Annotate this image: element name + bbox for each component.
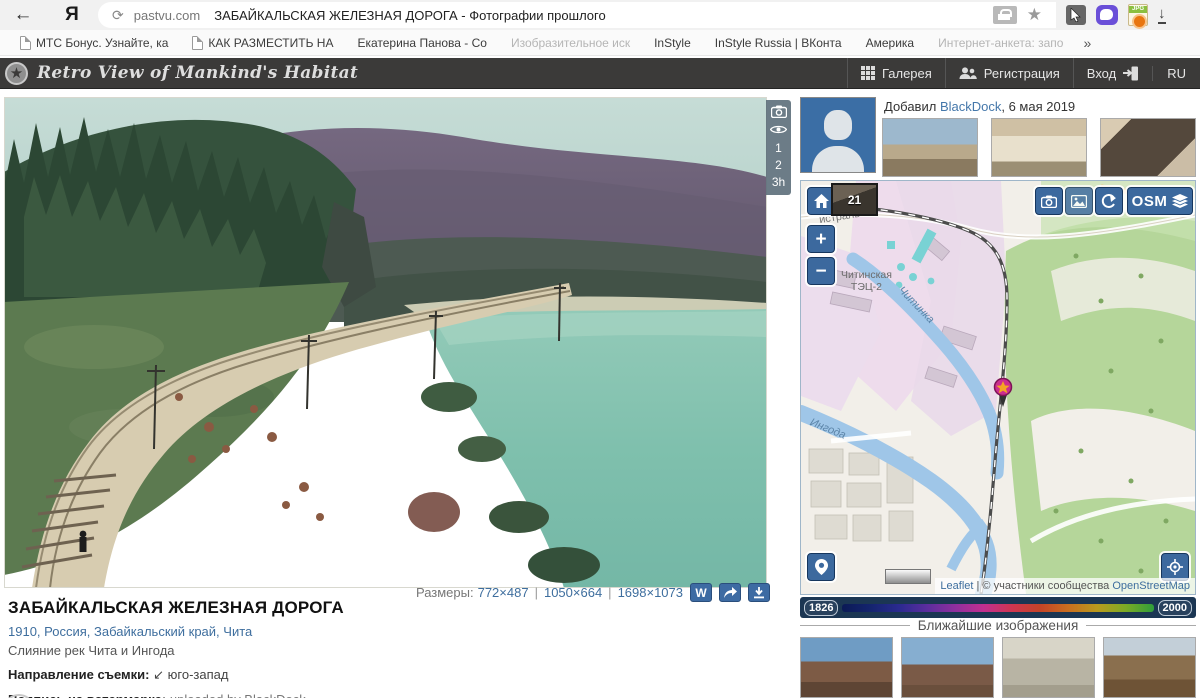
yandex-browser-icon[interactable]: Я (46, 4, 98, 26)
nearby-thumb[interactable] (901, 637, 994, 698)
map-share-button[interactable] (1095, 187, 1123, 215)
year-gradient-track[interactable] (842, 603, 1154, 612)
year-link[interactable]: 1910 (8, 624, 37, 639)
map-locate-button[interactable] (1161, 553, 1189, 581)
bookmark-item[interactable]: КАК РАЗМЕСТИТЬ НА (180, 35, 345, 50)
uploader-link[interactable]: BlackDock (940, 99, 1001, 114)
cursor-extension-icon[interactable] (1066, 5, 1086, 25)
bookmark-item[interactable]: InStyle (642, 36, 703, 50)
year-min-handle[interactable]: 1826 (804, 599, 839, 616)
stat-views-3: 3h (771, 175, 786, 189)
nearby-thumb[interactable] (1002, 637, 1095, 698)
bookmark-star-icon[interactable]: ★ (1027, 5, 1042, 25)
map-attribution: Leaflet | © участники сообщества OpenStr… (935, 578, 1195, 594)
page-icon (192, 35, 204, 50)
nav-login[interactable]: Вход (1072, 58, 1152, 88)
bookmark-item[interactable]: Изобразительное иск (499, 36, 642, 50)
bookmark-item[interactable]: Интернет-анкета: запо (926, 36, 1075, 50)
bookmark-item[interactable]: InStyle Russia | ВКонта (703, 36, 854, 50)
users-icon (959, 66, 977, 80)
osm-link[interactable]: OpenStreetMap (1112, 580, 1190, 592)
jpg-saver-extension-icon[interactable]: JPG (1128, 4, 1148, 29)
pastvu-photo-page: ← Я ⟳ pastvu.com ЗАБАЙКАЛЬСКАЯ ЖЕЛЕЗНАЯ … (0, 0, 1200, 698)
camera-icon (770, 105, 787, 121)
photo-info: ЗАБАЙКАЛЬСКАЯ ЖЕЛЕЗНАЯ ДОРОГА 1910, Росс… (8, 598, 748, 698)
photo-subtitle: Слияние рек Чита и Ингода (8, 643, 175, 658)
person-figure (79, 530, 87, 552)
bookmark-item[interactable]: МТС Бонус. Узнайте, ка (8, 35, 180, 50)
nearby-images-heading: Ближайшие изображения (800, 618, 1196, 633)
grid-icon (860, 66, 875, 80)
header-nav: Галерея Регистрация Вход RU (846, 58, 1200, 88)
bookmarks-overflow-chevron[interactable]: » (1075, 35, 1099, 51)
photo-stats-strip: 1 2 3h (766, 100, 791, 195)
zoom-out-button[interactable]: − (807, 257, 835, 285)
bookmarks-bar: МТС Бонус. Узнайте, ка КАК РАЗМЕСТИТЬ НА… (0, 30, 1200, 56)
address-bar[interactable]: ⟳ pastvu.com ЗАБАЙКАЛЬСКАЯ ЖЕЛЕЗНАЯ ДОРО… (98, 2, 1056, 28)
watermark-row: Подпись на вотермарке: uploaded by Black… (8, 692, 748, 698)
uploader-thumb[interactable] (991, 118, 1087, 177)
bookmark-item[interactable]: Америка (854, 36, 927, 50)
purple-extension-icon[interactable] (1096, 5, 1118, 25)
year-max-handle[interactable]: 2000 (1157, 599, 1192, 616)
lock-icon[interactable] (992, 6, 1017, 24)
pastvu-logo-icon[interactable]: ★ (5, 61, 28, 85)
bookmark-item[interactable]: Екатерина Панова - Со (345, 36, 499, 50)
nearby-thumb[interactable] (1103, 637, 1196, 698)
map-painting-mode-button[interactable] (1065, 187, 1093, 215)
city-link[interactable]: Чита (223, 624, 252, 639)
uploader-thumbnails (882, 118, 1196, 177)
stat-views-1: 1 (775, 141, 782, 155)
map-nearby-pin-button[interactable] (807, 553, 835, 581)
downloads-icon[interactable]: ↓ (1158, 6, 1166, 24)
address-bar-title: ЗАБАЙКАЛЬСКАЯ ЖЕЛЕЗНАЯ ДОРОГА - Фотограф… (214, 7, 606, 23)
country-link[interactable]: Россия (44, 624, 87, 639)
site-header: ★ Retro View of Mankind's Habitat Галере… (0, 58, 1200, 89)
nav-gallery[interactable]: Галерея (846, 58, 945, 88)
nearby-thumbnails (800, 637, 1196, 698)
leaflet-map[interactable]: истраль Читинка Ингода Читинская ТЭЦ-2 2… (800, 180, 1196, 595)
direction-arrow-icon: ↙ (153, 667, 165, 682)
region-link[interactable]: Забайкальский край (94, 624, 216, 639)
back-button[interactable]: ← (0, 4, 46, 26)
plant-label: Читинская ТЭЦ-2 (841, 269, 892, 293)
url-host[interactable]: pastvu.com (134, 8, 200, 23)
photo-cluster-21[interactable]: 21 (831, 183, 878, 216)
main-photo[interactable] (4, 97, 767, 588)
map-scale-widget (885, 569, 931, 584)
stat-views-2: 2 (775, 158, 782, 172)
eye-icon (769, 124, 788, 138)
zoom-in-button[interactable]: + (807, 225, 835, 253)
leaflet-link[interactable]: Leaflet (940, 580, 973, 592)
uploader-thumb[interactable] (1100, 118, 1196, 177)
added-by-line: Добавил BlackDock, 6 мая 2019 (884, 99, 1076, 114)
browser-toolbar: ← Я ⟳ pastvu.com ЗАБАЙКАЛЬСКАЯ ЖЕЛЕЗНАЯ … (0, 0, 1200, 30)
year-range-slider[interactable]: 1826 2000 (800, 597, 1196, 618)
map-photo-mode-button[interactable] (1035, 187, 1063, 215)
extensions-tray: JPG ↓ (1056, 4, 1176, 29)
uploader-avatar[interactable] (800, 97, 876, 173)
direction-row: Направление съемки: ↙ юго-запад (8, 667, 229, 682)
download-button[interactable] (748, 583, 770, 602)
uploader-thumb[interactable] (882, 118, 978, 177)
login-door-icon (1123, 66, 1139, 81)
site-logo-text[interactable]: Retro View of Mankind's Habitat (37, 63, 358, 83)
map-layers-button[interactable]: OSM (1127, 187, 1193, 215)
language-switch[interactable]: RU (1152, 65, 1200, 81)
photo-title: ЗАБАЙКАЛЬСКАЯ ЖЕЛЕЗНАЯ ДОРОГА (8, 598, 344, 617)
photo-meta-links: 1910, Россия, Забайкальский край, Чита (8, 624, 253, 639)
nearby-thumb[interactable] (800, 637, 893, 698)
nav-register[interactable]: Регистрация (944, 58, 1073, 88)
reload-icon[interactable]: ⟳ (112, 7, 124, 24)
page-icon (20, 35, 31, 50)
